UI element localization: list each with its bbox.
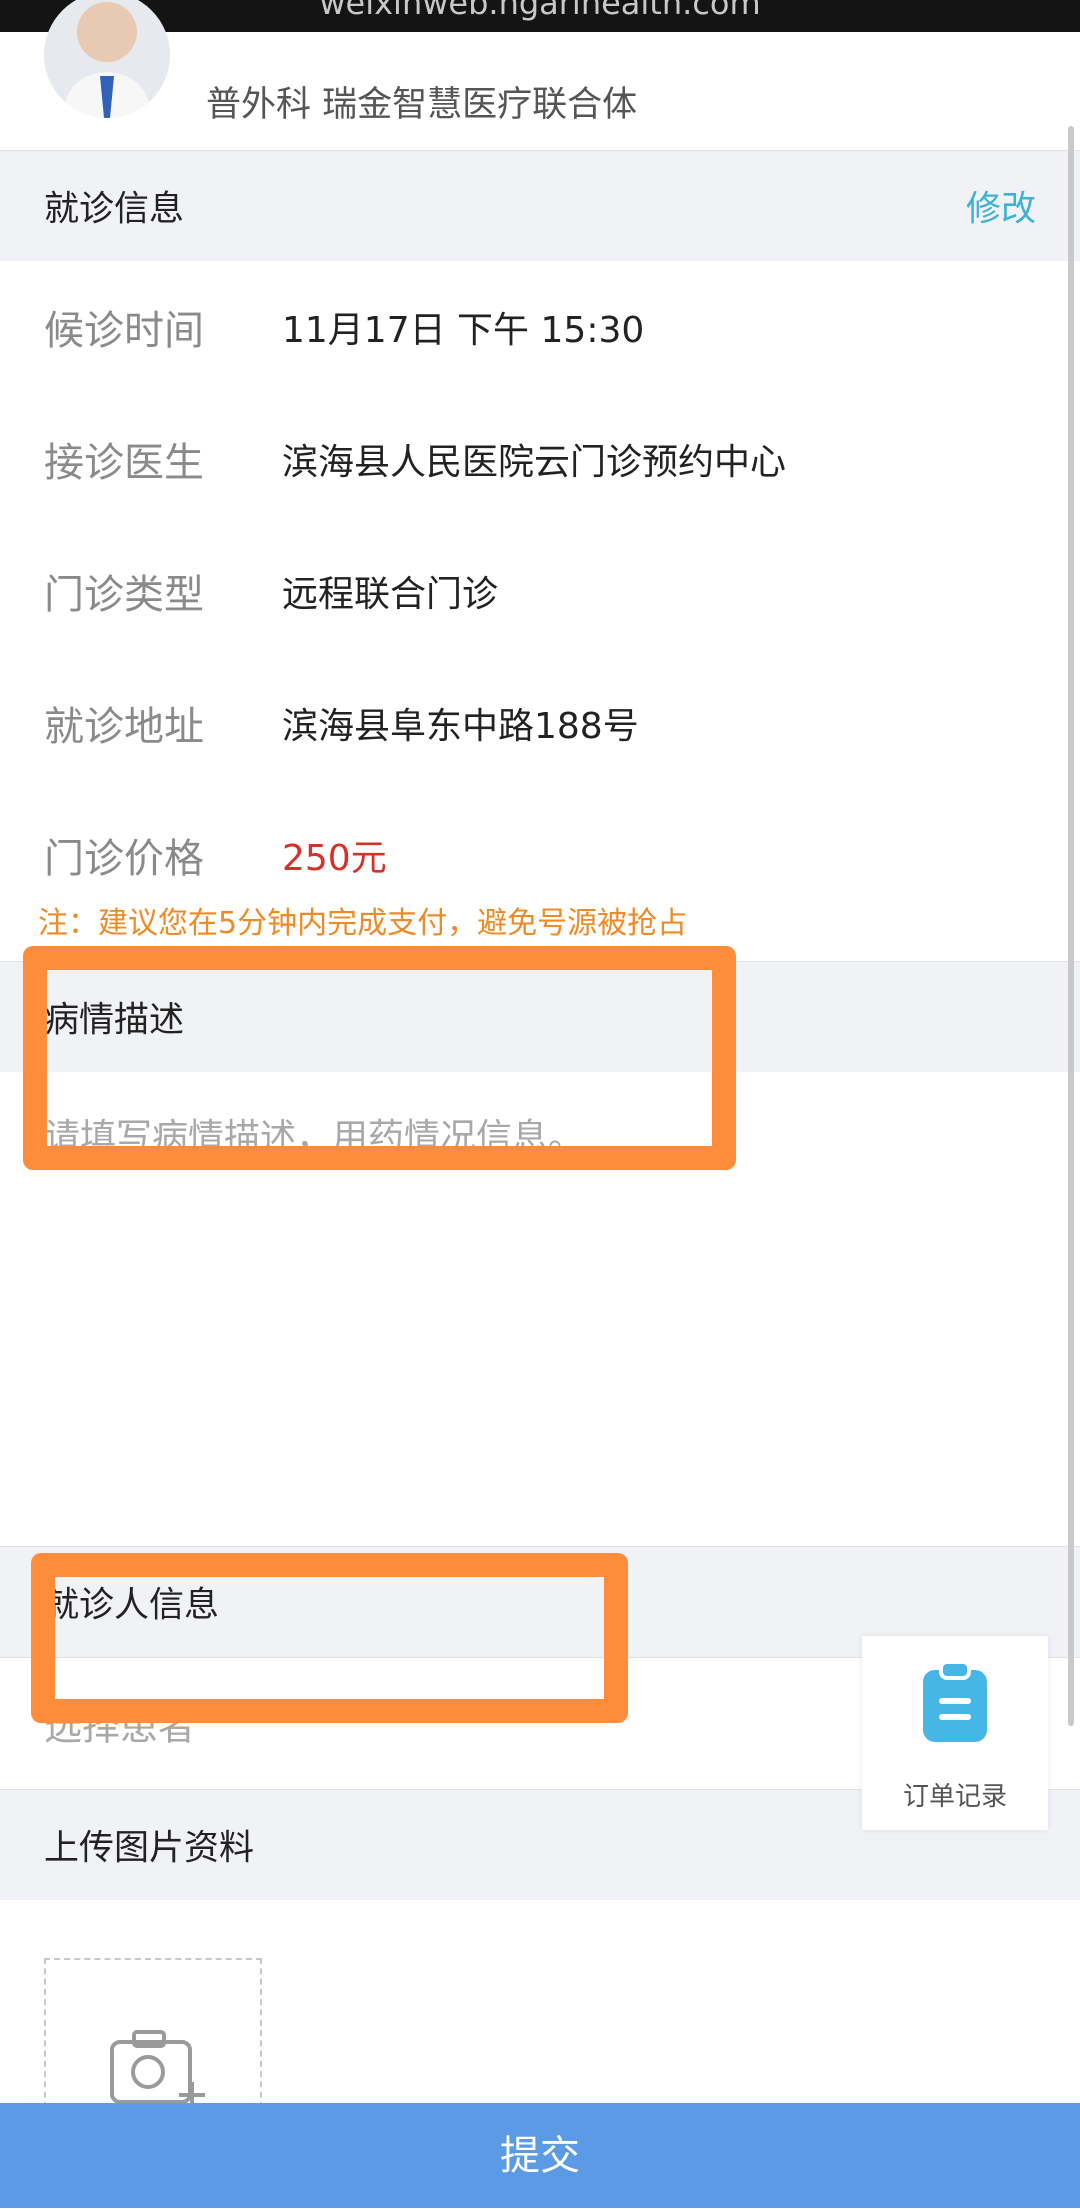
scrollbar[interactable] (1068, 126, 1074, 1726)
payment-note: 注：建议您在5分钟内完成支付，避免号源被抢占 (38, 906, 688, 941)
submit-button[interactable]: 提交 (0, 2103, 1080, 2208)
clinic-type-label: 门诊类型 (44, 572, 204, 618)
patient-title: 就诊人信息 (44, 1585, 220, 1626)
price-value: 250元 (282, 838, 387, 879)
wait-time-value: 11月17日 下午 15:30 (282, 310, 645, 351)
visit-info-section: 就诊信息 修改 (0, 150, 1080, 262)
edit-link[interactable]: 修改 (966, 181, 1036, 232)
department-hospital-line: 普外科 瑞金智慧医疗联合体 (206, 85, 638, 125)
condition-textarea[interactable] (0, 1072, 1080, 1542)
condition-title: 病情描述 (44, 1000, 185, 1041)
clinic-type-value: 远程联合门诊 (282, 574, 499, 615)
price-label: 门诊价格 (44, 836, 204, 882)
upload-title: 上传图片资料 (44, 1828, 255, 1869)
doctor-header: 普外科 瑞金智慧医疗联合体 (0, 0, 1080, 150)
doctor-value: 滨海县人民医院云门诊预约中心 (282, 442, 787, 483)
wait-time-row: 候诊时间 11月17日 下午 15:30 (0, 261, 1080, 394)
order-record-button[interactable]: 订单记录 (862, 1636, 1048, 1830)
doctor-avatar (44, 0, 170, 118)
address-label: 就诊地址 (44, 704, 204, 750)
camera-plus-icon (108, 2028, 208, 2112)
wait-time-label: 候诊时间 (44, 308, 204, 354)
address-row: 就诊地址 滨海县阜东中路188号 (0, 657, 1080, 790)
clinic-type-row: 门诊类型 远程联合门诊 (0, 525, 1080, 658)
upload-image-box[interactable] (44, 1958, 262, 2108)
address-value: 滨海县阜东中路188号 (282, 706, 639, 747)
clipboard-icon (919, 1660, 991, 1748)
condition-section: 病情描述 (0, 961, 1080, 1073)
doctor-label: 接诊医生 (44, 440, 204, 486)
visit-info-title: 就诊信息 (44, 189, 185, 230)
order-record-label: 订单记录 (902, 1782, 1007, 1812)
doctor-row: 接诊医生 滨海县人民医院云门诊预约中心 (0, 393, 1080, 526)
select-patient-placeholder: 选择患者 (44, 1704, 197, 1749)
url-text: weixinweb.ngarihealth.com (319, 0, 761, 22)
